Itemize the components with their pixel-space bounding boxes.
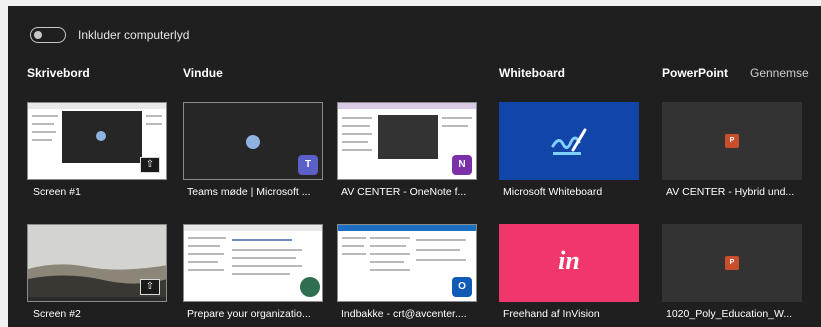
teams-window-tile[interactable]: T [183,102,323,180]
onenote-window-tile[interactable]: N [337,102,477,180]
thumbnail-line [188,237,226,239]
thumbnail-line [442,125,468,127]
category-powerpoint: PowerPoint [662,66,729,80]
thumbnail-chrome [338,103,476,109]
thumbnail-line [342,245,364,247]
browse-link[interactable]: Gennemse [750,66,809,80]
thumbnail-line [188,261,218,263]
outlook-inbox-caption: Indbakke - crt@avcenter.... [341,308,467,320]
whiteboard-icon [551,128,587,155]
thumbnail-code-area [378,115,438,159]
computer-audio-label: Inkluder computerlyd [78,28,190,42]
thumbnail-line [188,269,224,271]
thumbnail-avatar [300,277,320,297]
thumbnail-avatar [246,135,260,149]
thumbnail-chrome [338,225,476,231]
thumbnail-heading [232,239,292,241]
screen-2-tile[interactable]: ⇧ [27,224,167,302]
thumbnail-line [370,253,410,255]
share-content-panel: Inkluder computerlyd Skrivebord Vindue W… [8,6,821,327]
thumbnail-line [342,141,368,143]
thumbnail-line [342,117,372,119]
teams-window-caption: Teams møde | Microsoft ... [187,186,311,198]
thumbnail-line [232,273,290,275]
screen-2-caption: Screen #2 [33,308,81,320]
computer-audio-toggle[interactable] [30,27,66,43]
invision-icon: in [558,246,580,275]
thumbnail-line [342,125,370,127]
thumbnail-line [232,257,296,259]
outlook-inbox-tile[interactable]: O [337,224,477,302]
thumbnail-line [370,261,404,263]
powerpoint-hybrid-caption: AV CENTER - Hybrid und... [666,186,795,198]
thumbnail-line [342,133,372,135]
teams-icon: T [298,155,318,175]
category-desktop: Skrivebord [27,66,90,80]
thumbnail-line [146,115,162,117]
thumbnail-line [188,245,220,247]
thumbnail-line [370,269,410,271]
thumbnail-line [416,239,466,241]
onenote-window-caption: AV CENTER - OneNote f... [341,186,467,198]
thumbnail-line [232,265,302,267]
category-whiteboard: Whiteboard [499,66,565,80]
freehand-invision-tile[interactable]: in [499,224,639,302]
thumbnail-line [32,131,56,133]
thumbnail-line [442,117,472,119]
freehand-invision-caption: Freehand af InVision [503,308,600,320]
toggle-knob [34,31,42,39]
thumbnail-line [146,123,162,125]
thumbnail-line [416,249,460,251]
powerpoint-icon: P [725,134,739,148]
thumbnail-line [32,123,54,125]
thumbnail-avatar [96,131,106,141]
powerpoint-hybrid-tile[interactable]: P [662,102,802,180]
category-window: Vindue [183,66,223,80]
outlook-icon: O [452,277,472,297]
powerpoint-icon: P [725,256,739,270]
share-screen-icon: ⇧ [140,157,160,173]
thumbnail-line [416,259,466,261]
powerpoint-poly-tile[interactable]: P [662,224,802,302]
thumbnail-chrome [184,225,322,231]
screen-1-caption: Screen #1 [33,186,81,198]
thumbnail-chrome [28,103,166,109]
thumbnail-line [370,245,406,247]
thumbnail-line [32,139,52,141]
microsoft-whiteboard-tile[interactable] [499,102,639,180]
screen-1-tile[interactable]: ⇧ [27,102,167,180]
onenote-icon: N [452,155,472,175]
powerpoint-poly-caption: 1020_Poly_Education_W... [666,308,793,320]
computer-audio-row[interactable]: Inkluder computerlyd [30,26,189,44]
thumbnail-line [342,237,366,239]
thumbnail-line [32,115,58,117]
prepare-organization-tile[interactable] [183,224,323,302]
thumbnail-line [342,253,366,255]
thumbnail-line [342,149,372,151]
prepare-organization-caption: Prepare your organizatio... [187,308,311,320]
microsoft-whiteboard-caption: Microsoft Whiteboard [503,186,603,198]
thumbnail-line [232,249,302,251]
share-screen-icon: ⇧ [140,279,160,295]
thumbnail-line [370,237,410,239]
thumbnail-line [188,253,224,255]
